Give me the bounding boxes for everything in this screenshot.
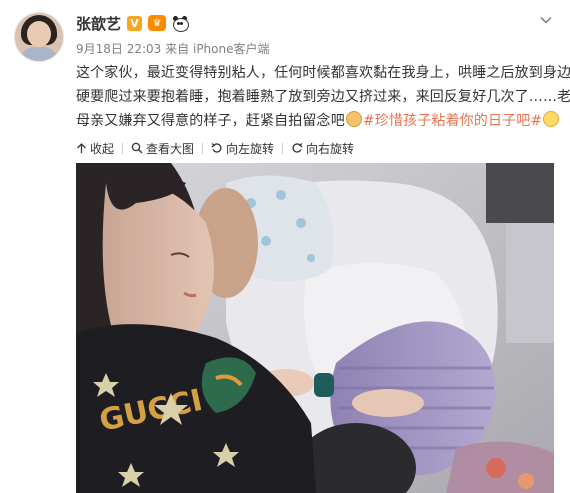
post-text-line: 硬要爬过来要抱着睡，抱着睡熟了放到旁边又挤过来，来回反复好几次了……老 bbox=[76, 89, 570, 105]
rotate-right-button[interactable]: 向右旋转 bbox=[291, 140, 354, 157]
post-text-line: 这个家伙，最近变得特别粘人，任何时候都喜欢黏在我身上，哄睡之后放到身边 bbox=[76, 65, 570, 81]
post-text-segment: 母亲又嫌弃又得意的样子，赶紧自拍留念吧 bbox=[76, 113, 345, 129]
headboard bbox=[486, 163, 554, 223]
weibo-post: 张歆艺 V ♛ 9月18日 22:03 来自 iPhone客户端 这个家伙，最近… bbox=[0, 0, 570, 493]
chevron-down-icon[interactable] bbox=[540, 14, 552, 26]
emoji-cry-icon bbox=[543, 111, 560, 127]
rotate-right-label: 向右旋转 bbox=[306, 141, 355, 156]
rotate-left-button[interactable]: 向左旋转 bbox=[211, 140, 274, 157]
post-meta: 9月18日 22:03 来自 iPhone客户端 bbox=[76, 40, 270, 57]
rotate-right-icon bbox=[292, 143, 303, 153]
collapse-button[interactable]: 收起 bbox=[76, 140, 114, 157]
post-photo[interactable]: GUCCI bbox=[76, 163, 554, 493]
post-source[interactable]: iPhone客户端 bbox=[193, 42, 270, 56]
crown-icon[interactable]: ♛ bbox=[148, 15, 167, 31]
view-large-label: 查看大图 bbox=[146, 141, 195, 156]
v-verified-icon[interactable]: V bbox=[127, 15, 143, 31]
emoji-cute-icon bbox=[345, 111, 362, 127]
post-text: 这个家伙，最近变得特别粘人，任何时候都喜欢黏在我身上，哄睡之后放到身边 硬要爬过… bbox=[76, 61, 570, 133]
image-toolbar: 收起 查看大图 向左旋转 向右旋转 bbox=[76, 140, 354, 156]
username[interactable]: 张歆艺 bbox=[76, 13, 121, 34]
rotate-left-icon bbox=[211, 143, 222, 153]
panda-icon[interactable] bbox=[172, 15, 190, 32]
user-line: 张歆艺 V ♛ bbox=[76, 12, 190, 34]
collapse-icon bbox=[77, 142, 86, 153]
collapse-label: 收起 bbox=[90, 141, 115, 156]
source-prefix: 来自 bbox=[165, 42, 190, 56]
rotate-left-label: 向左旋转 bbox=[226, 141, 275, 156]
hashtag-link[interactable]: #珍惜孩子粘着你的日子吧# bbox=[363, 113, 542, 129]
avatar-face bbox=[27, 21, 51, 47]
avatar-shirt bbox=[19, 47, 59, 61]
toolbar-divider bbox=[122, 142, 124, 154]
magnifier-icon bbox=[131, 142, 143, 154]
toolbar-divider bbox=[202, 142, 204, 154]
avatar[interactable] bbox=[14, 12, 64, 62]
view-large-button[interactable]: 查看大图 bbox=[131, 140, 194, 157]
post-text-line-last: 母亲又嫌弃又得意的样子，赶紧自拍留念吧 #珍惜孩子粘着你的日子吧# bbox=[76, 109, 560, 133]
post-time[interactable]: 9月18日 22:03 bbox=[76, 42, 161, 56]
toolbar-divider bbox=[282, 142, 284, 154]
selfie-photo-illustration: GUCCI bbox=[76, 163, 554, 493]
